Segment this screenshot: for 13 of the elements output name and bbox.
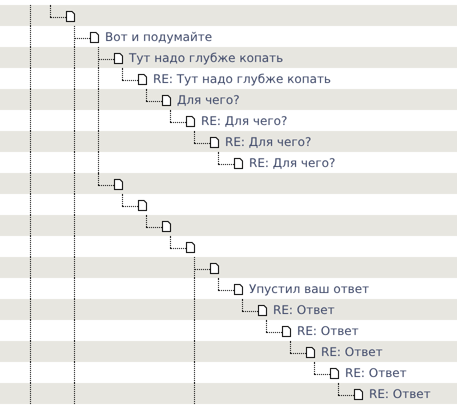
thread-title-link[interactable]: Для чего? — [177, 92, 240, 106]
thread-title-link[interactable]: RE: Ответ — [321, 344, 383, 358]
thread-title-link[interactable]: RE: Ответ — [369, 386, 431, 400]
thread-title-link[interactable]: RE: Ответ — [273, 302, 335, 316]
thread-title-link[interactable]: Тут надо глубже копать — [129, 50, 284, 64]
thread-title-link[interactable]: Упустил ваш ответ — [249, 282, 370, 296]
thread-title-link[interactable]: RE: Ответ — [345, 366, 407, 380]
thread-title-link[interactable]: RE: Для чего? — [201, 114, 288, 128]
thread-title-link[interactable]: Вот и подумайте — [105, 30, 212, 44]
thread-title-link[interactable]: RE: Тут надо глубже копать — [153, 72, 332, 86]
thread-title-link[interactable]: RE: Для чего? — [249, 156, 336, 170]
thread-title-link[interactable]: RE: Для чего? — [225, 134, 312, 148]
thread-title-link[interactable]: RE: Ответ — [297, 324, 359, 338]
